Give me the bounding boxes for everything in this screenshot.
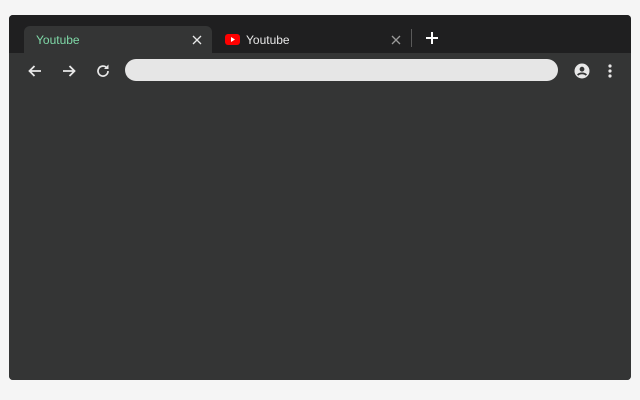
- more-vert-icon[interactable]: [601, 62, 619, 80]
- new-tab-plus-icon[interactable]: [423, 29, 441, 47]
- tab-strip: Youtube Youtube: [9, 15, 631, 53]
- tab-title: Youtube: [246, 32, 290, 47]
- tab-youtube-active[interactable]: Youtube: [24, 26, 212, 53]
- page-content-area: [9, 89, 631, 380]
- tab-separator: [411, 29, 412, 47]
- browser-window: Youtube Youtube: [9, 15, 631, 380]
- forward-arrow-icon[interactable]: [60, 62, 78, 80]
- tab-title: Youtube: [36, 32, 80, 47]
- tab-youtube[interactable]: Youtube: [219, 26, 411, 53]
- account-icon[interactable]: [573, 62, 591, 80]
- close-tab-icon[interactable]: [190, 33, 204, 47]
- youtube-icon: [225, 34, 240, 45]
- reload-icon[interactable]: [94, 62, 112, 80]
- address-bar[interactable]: [125, 59, 558, 81]
- back-arrow-icon[interactable]: [26, 62, 44, 80]
- close-tab-icon[interactable]: [389, 33, 403, 47]
